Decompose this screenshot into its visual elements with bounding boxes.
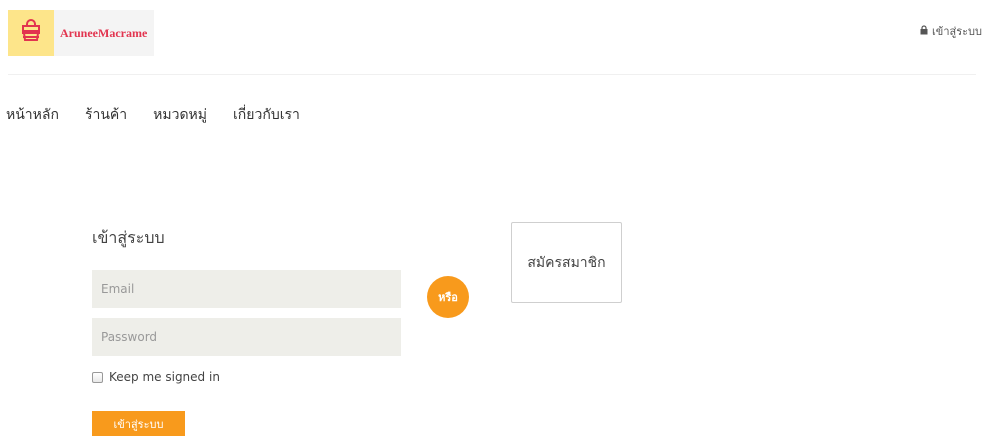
header-divider [8, 74, 976, 75]
register-button[interactable]: สมัครสมาชิก [511, 222, 622, 303]
login-form-title: เข้าสู่ระบบ [92, 228, 165, 247]
brand-logo[interactable]: AruneeMacrame [8, 10, 154, 56]
email-field[interactable] [92, 270, 401, 308]
remember-me[interactable]: Keep me signed in [92, 370, 220, 384]
nav-item-home[interactable]: หน้าหลัก [6, 104, 59, 126]
login-submit-button[interactable]: เข้าสู่ระบบ [92, 411, 185, 436]
brand-name: AruneeMacrame [60, 25, 148, 40]
header-login-link[interactable]: เข้าสู่ระบบ [920, 22, 982, 40]
register-label: สมัครสมาชิก [527, 254, 606, 271]
remember-label: Keep me signed in [109, 370, 220, 384]
page: AruneeMacrame เข้าสู่ระบบ หน้าหลัก ร้านค… [0, 0, 984, 436]
remember-checkbox[interactable] [92, 371, 103, 383]
or-badge: หรือ [427, 276, 469, 318]
nav-item-shop[interactable]: ร้านค้า [85, 104, 127, 126]
nav-item-about[interactable]: เกี่ยวกับเรา [233, 104, 300, 126]
shopping-bag-icon [20, 19, 42, 47]
lock-icon [920, 24, 928, 38]
nav-item-categories[interactable]: หมวดหมู่ [153, 104, 207, 126]
header-login-label: เข้าสู่ระบบ [932, 25, 982, 38]
main-nav: หน้าหลัก ร้านค้า หมวดหมู่ เกี่ยวกับเรา [6, 104, 300, 126]
logo-badge [8, 10, 54, 56]
password-field[interactable] [92, 318, 401, 356]
